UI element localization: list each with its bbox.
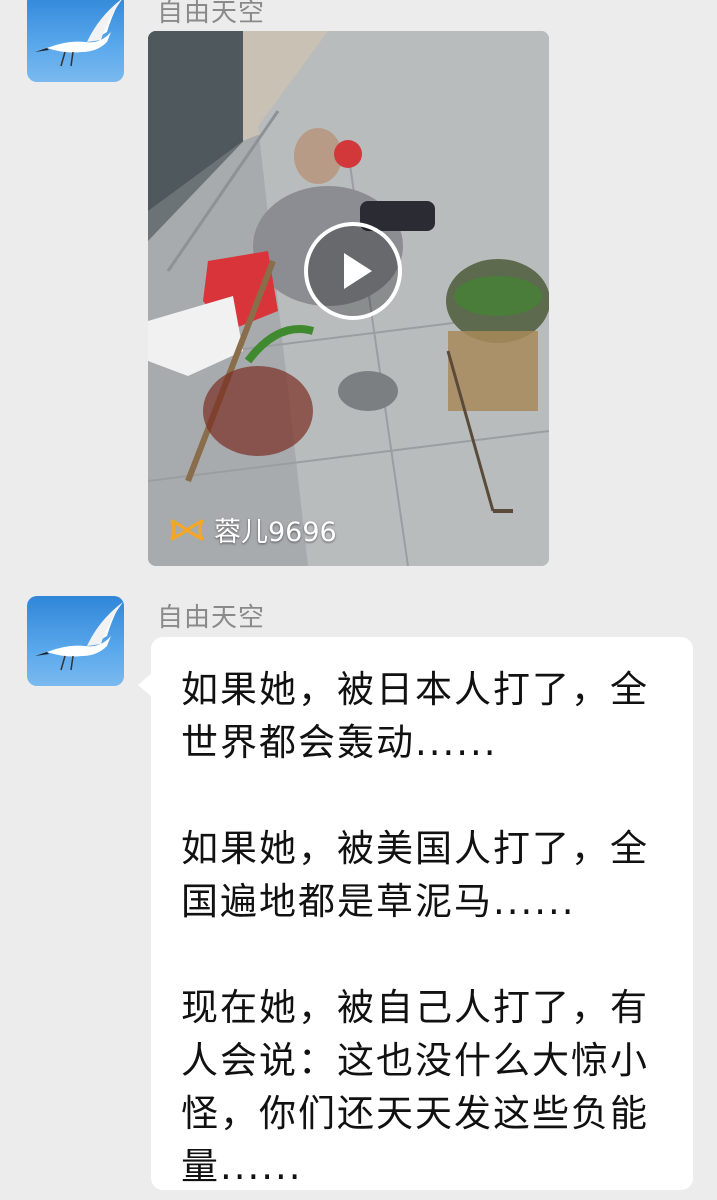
avatar[interactable]: [27, 0, 124, 82]
sender-name: 自由天空: [157, 0, 266, 28]
message-paragraph: 如果她，被日本人打了，全世界都会轰动......: [181, 668, 649, 764]
video-watermark: 蓉儿9696: [168, 510, 337, 549]
play-button[interactable]: [304, 222, 402, 320]
avatar[interactable]: [27, 596, 124, 686]
watermark-text: 蓉儿9696: [214, 517, 337, 548]
video-message[interactable]: [148, 31, 549, 566]
sender-name: 自由天空: [157, 603, 266, 633]
bubble-tail: [138, 673, 152, 697]
crane-icon: [35, 0, 122, 67]
kuaishou-logo-icon: [170, 518, 204, 541]
message-paragraph: 现在她，被自己人打了，有人会说：这也没什么大惊小怪，你们还天天发这些负能量...…: [181, 986, 649, 1188]
play-icon: [344, 253, 372, 289]
message-paragraph: 如果她，被美国人打了，全国遍地都是草泥马......: [181, 827, 649, 923]
text-message-bubble[interactable]: 如果她，被日本人打了，全世界都会轰动...... 如果她，被美国人打了，全国遍地…: [138, 637, 693, 1190]
crane-icon: [35, 602, 123, 671]
